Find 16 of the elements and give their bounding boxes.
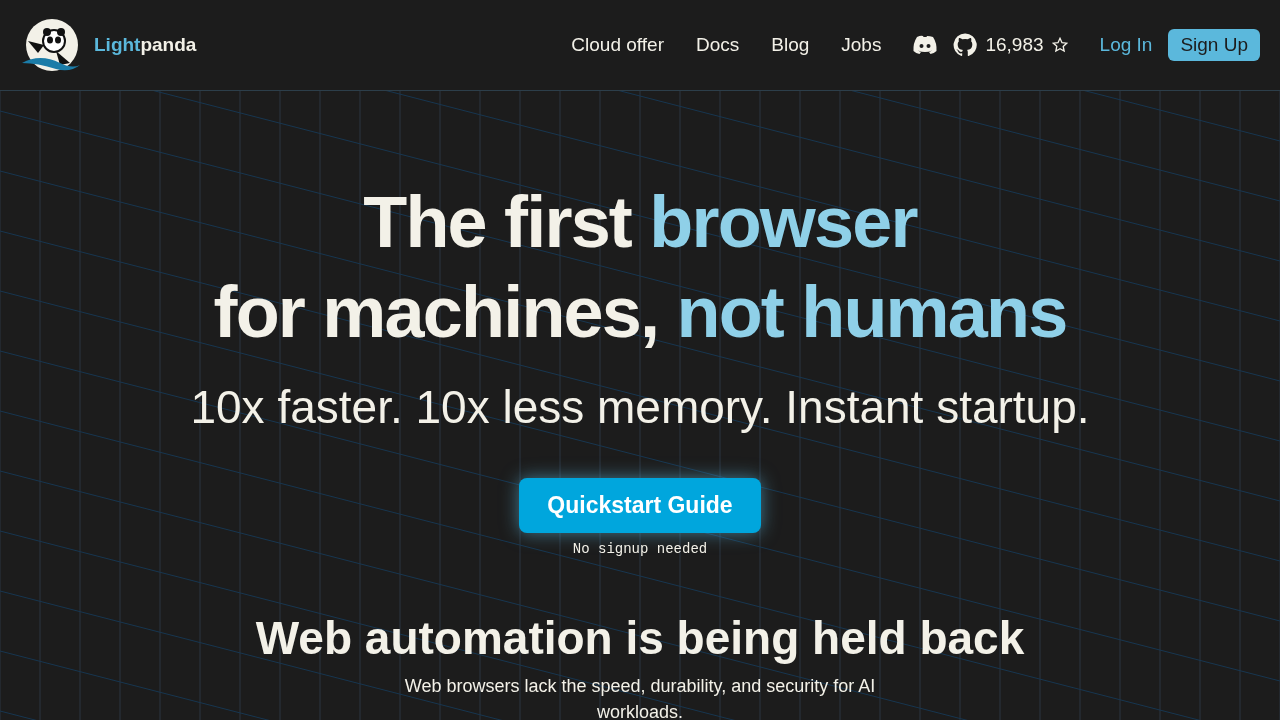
star-icon <box>1051 37 1068 53</box>
section-heading: Web automation is being held back <box>255 610 1025 666</box>
github-icon <box>953 33 978 57</box>
nav-link[interactable]: Docs <box>695 30 740 60</box>
logo-text[interactable]: Lightpanda <box>94 30 197 60</box>
hero-subtitle: 10x faster. 10x less memory. Instant startup. <box>190 380 1090 435</box>
login-link[interactable]: Log In <box>1099 30 1153 60</box>
nav-link[interactable]: Jobs <box>841 30 882 60</box>
section-text: Web browsers lack the speed, durability, and security for AI workloads. <box>403 674 877 720</box>
discord-icon[interactable] <box>913 35 938 55</box>
nav-link[interactable]: Cloud offer <box>571 30 664 60</box>
hero-heading: The first browser for machines, not humans <box>213 181 1067 354</box>
nav-link[interactable]: Blog <box>771 30 810 60</box>
github-link[interactable]: 16,983 <box>953 30 1068 60</box>
cta-note: No signup needed <box>572 539 708 559</box>
signup-button[interactable]: Sign Up <box>1168 28 1260 62</box>
